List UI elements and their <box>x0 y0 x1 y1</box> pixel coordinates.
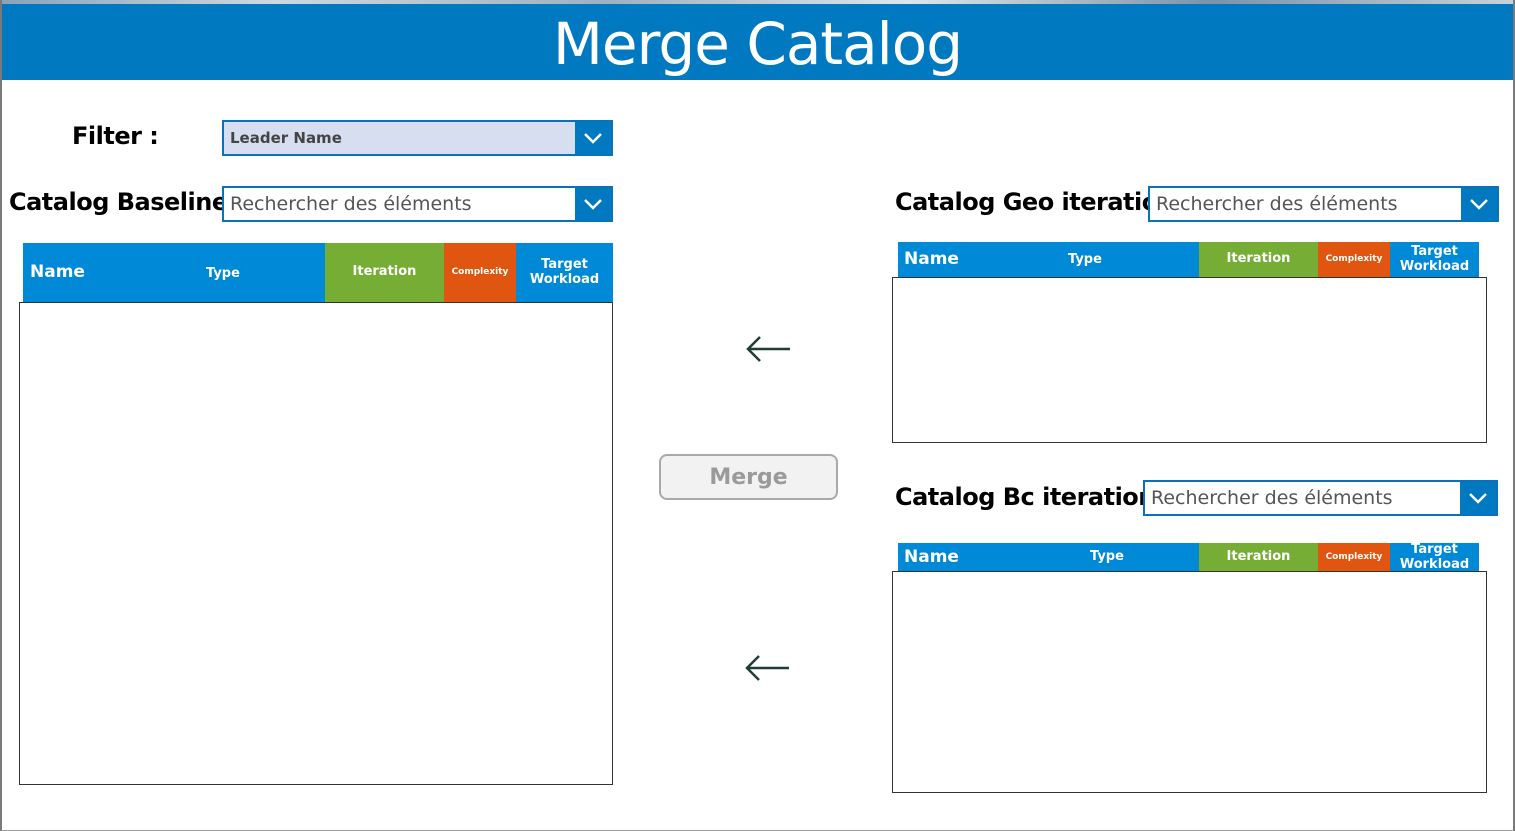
bc-table-body[interactable] <box>892 571 1487 793</box>
col-complexity: Complexity <box>1318 543 1390 572</box>
geo-search-combobox[interactable]: Rechercher des éléments <box>1148 186 1499 222</box>
leader-name-value: Leader Name <box>230 129 342 147</box>
chevron-down-icon[interactable] <box>1461 188 1497 220</box>
page-title: Merge Catalog <box>552 10 963 78</box>
filter-label: Filter : <box>72 122 159 150</box>
geo-header-name-type: Name Type <box>898 242 1199 277</box>
bc-header-name-type: Name Type <box>898 543 1199 572</box>
col-target-workload: Target Workload <box>516 243 613 302</box>
page-header: Merge Catalog <box>2 0 1513 80</box>
catalog-geo-iteration-label: Catalog Geo iteration : <box>895 188 1192 216</box>
col-type: Type <box>1068 252 1102 267</box>
bc-search-combobox[interactable]: Rechercher des éléments <box>1143 480 1498 516</box>
baseline-table-body[interactable] <box>19 302 613 785</box>
bc-table-header: Name Type Iteration Complexity Target Wo… <box>898 543 1479 572</box>
baseline-search-combobox[interactable]: Rechercher des éléments <box>222 186 613 222</box>
baseline-table-header: Name Type Iteration Complexity Target Wo… <box>23 243 613 302</box>
col-name: Name <box>30 262 85 282</box>
col-complexity: Complexity <box>444 243 516 302</box>
chevron-down-icon[interactable] <box>575 188 611 220</box>
col-type: Type <box>206 266 240 281</box>
col-iteration: Iteration <box>1199 543 1318 572</box>
chevron-down-icon[interactable] <box>575 122 611 154</box>
col-iteration: Iteration <box>325 243 444 302</box>
col-name: Name <box>904 249 959 269</box>
merge-catalog-screen: Merge Catalog Filter : Leader Name Catal… <box>0 0 1515 831</box>
col-target-workload: Target Workload <box>1390 543 1479 572</box>
catalog-bc-iteration-label: Catalog Bc iteration : <box>895 483 1172 511</box>
col-type: Type <box>1090 549 1124 564</box>
col-iteration: Iteration <box>1199 242 1318 277</box>
baseline-header-name-type: Name Type <box>23 243 325 302</box>
merge-button[interactable]: Merge <box>659 454 838 500</box>
arrow-left-icon[interactable] <box>743 653 791 683</box>
header-image-strip <box>2 0 1513 4</box>
geo-search-placeholder: Rechercher des éléments <box>1156 193 1398 215</box>
leader-name-dropdown[interactable]: Leader Name <box>222 120 613 156</box>
catalog-baseline-label: Catalog Baseline <box>9 188 228 216</box>
col-target-workload: Target Workload <box>1390 242 1479 277</box>
baseline-search-placeholder: Rechercher des éléments <box>230 193 472 215</box>
col-complexity: Complexity <box>1318 242 1390 277</box>
geo-table-body[interactable] <box>892 277 1487 443</box>
geo-table-header: Name Type Iteration Complexity Target Wo… <box>898 242 1479 277</box>
chevron-down-icon[interactable] <box>1460 482 1496 514</box>
arrow-left-icon[interactable] <box>744 334 792 364</box>
col-name: Name <box>904 547 959 567</box>
bc-search-placeholder: Rechercher des éléments <box>1151 487 1393 509</box>
